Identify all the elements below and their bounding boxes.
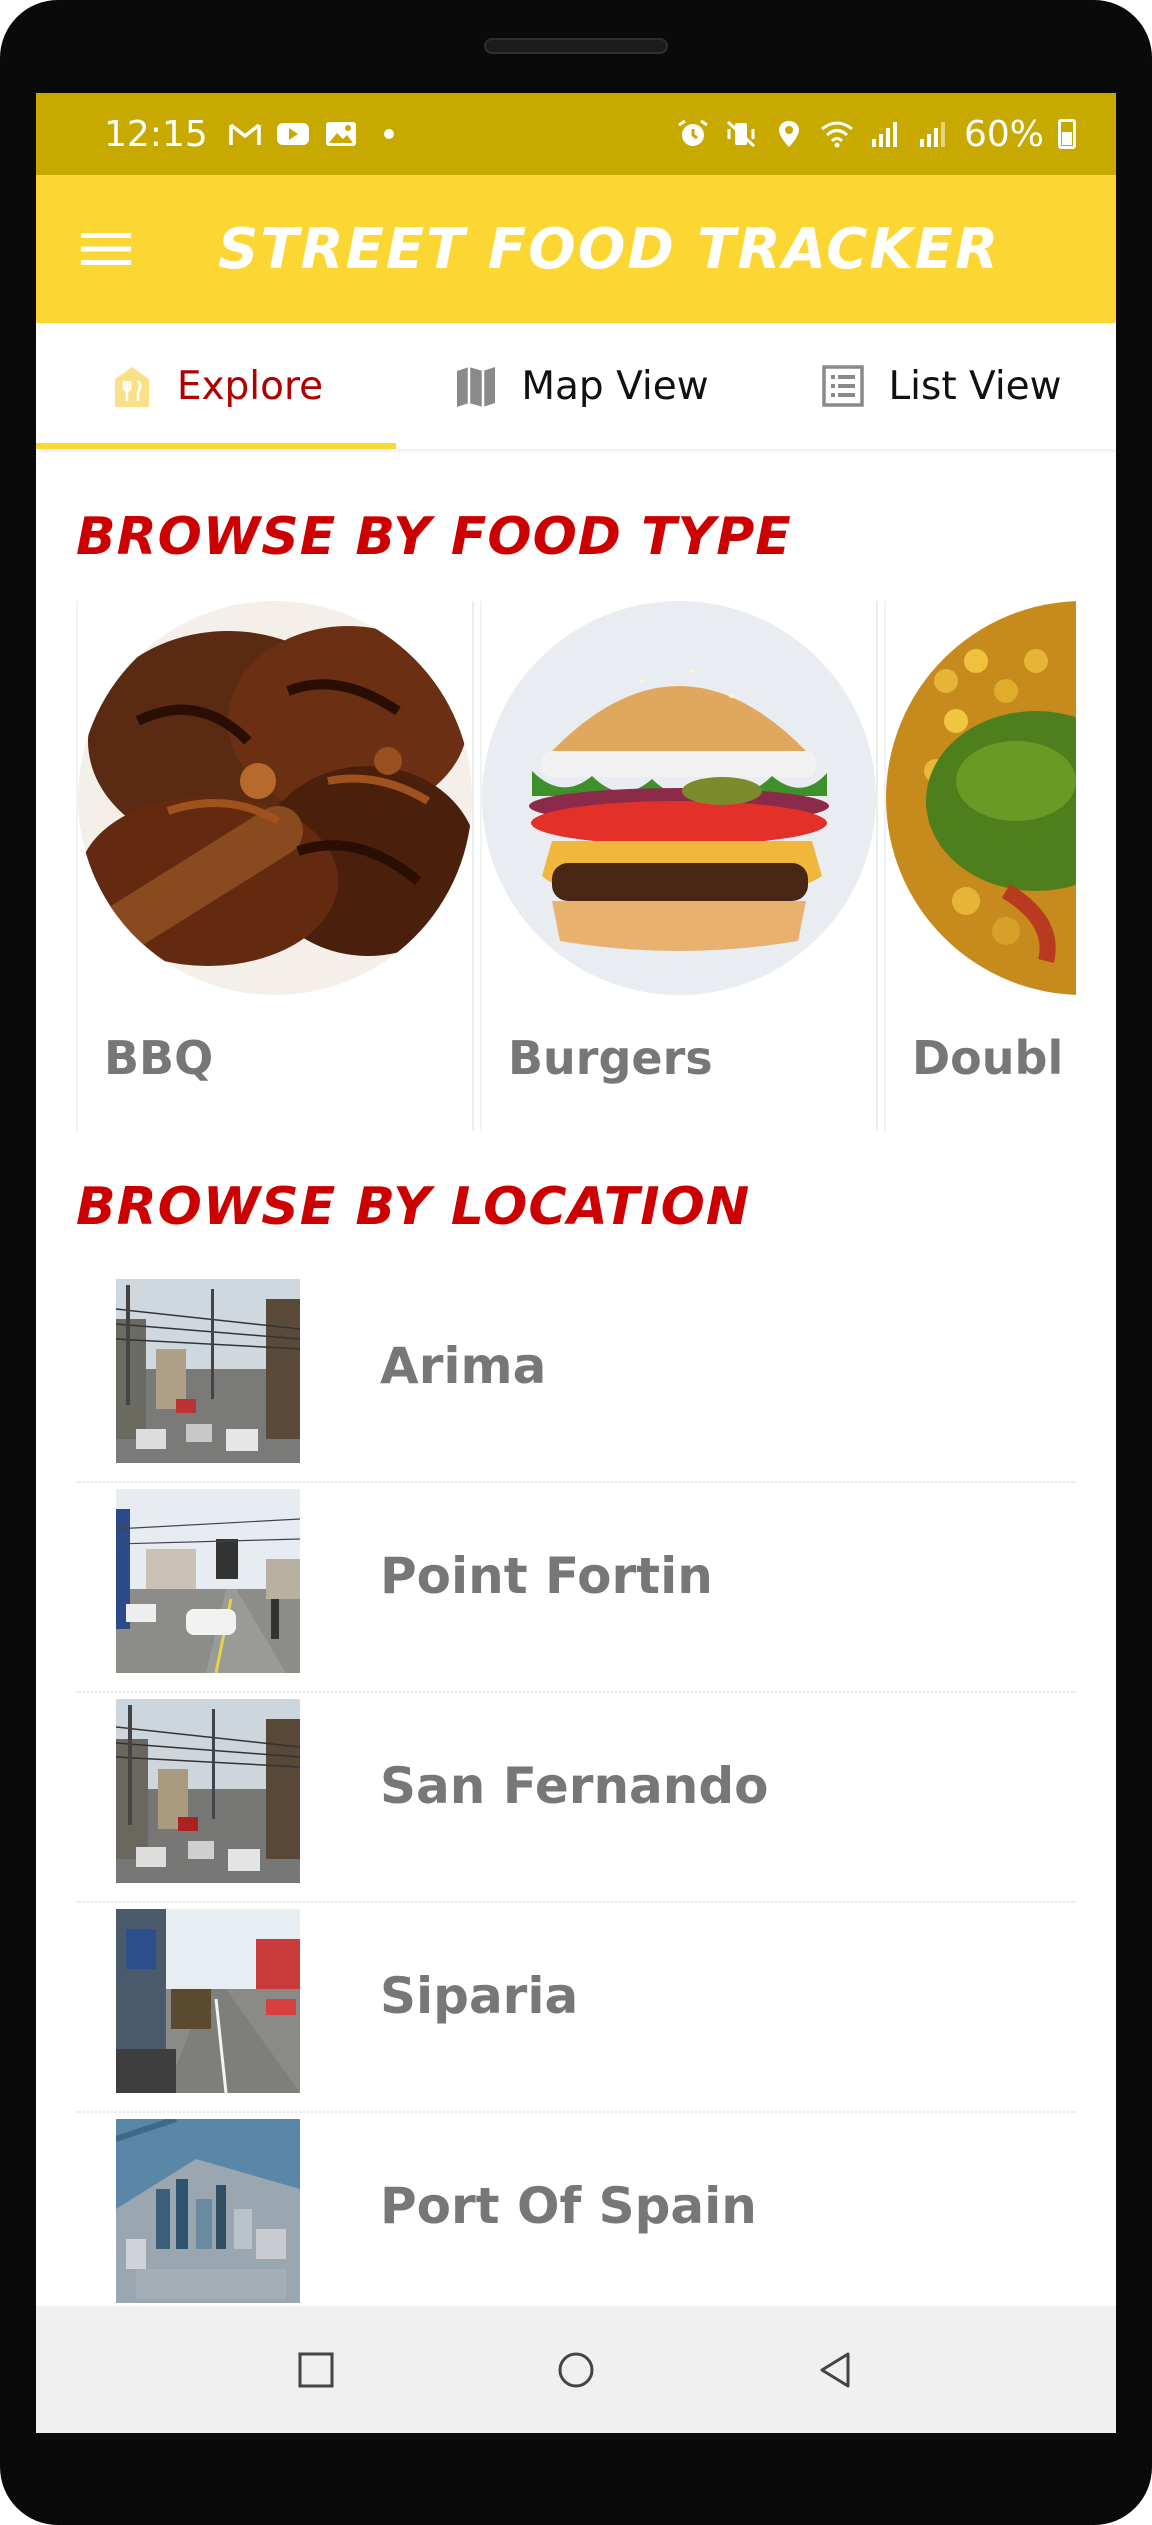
signal-icon-2 — [919, 122, 945, 147]
location-name-port-of-spain: Port Of Spain — [380, 2177, 757, 2235]
notification-icons — [228, 119, 406, 149]
battery-percent: 60% — [963, 113, 1044, 155]
map-icon — [457, 367, 496, 407]
location-item-san-fernando[interactable]: San Fernando — [76, 1693, 1076, 1903]
location-name-point-fortin: Point Fortin — [380, 1547, 713, 1605]
alarm-icon — [678, 119, 708, 146]
food-label-bbq: BBQ — [104, 1031, 214, 1085]
food-card-doubles[interactable]: Doubl — [884, 601, 1076, 1131]
app-bar: Street Food Tracker — [36, 175, 1116, 323]
status-time: 12:15 — [104, 113, 208, 155]
tab-bar: Explore Map View List View — [36, 323, 1116, 449]
location-item-point-fortin[interactable]: Point Fortin — [76, 1483, 1076, 1693]
gallery-icon — [325, 122, 356, 146]
home-button[interactable] — [531, 2325, 621, 2415]
location-icon — [778, 121, 799, 147]
location-heading: Browse by location — [76, 1177, 751, 1237]
vibrate-mute-icon — [726, 120, 756, 148]
food-card-burgers[interactable]: Burgers — [480, 601, 878, 1131]
hamburger-menu-icon — [81, 233, 131, 265]
dot-icon — [383, 129, 394, 139]
gmail-icon — [229, 123, 261, 145]
wifi-icon — [821, 121, 853, 148]
tab-map-view[interactable]: Map View — [396, 323, 766, 449]
port-of-spain-aerial-photo — [116, 2119, 300, 2303]
status-bar: 12:15 60% — [36, 93, 1116, 175]
location-item-port-of-spain[interactable]: Port Of Spain — [76, 2113, 1076, 2323]
app-screen: 12:15 60% STREET FOOD TRACKER Explore Ma… — [36, 93, 1116, 2433]
home-icon — [558, 2352, 594, 2387]
app-title: Street Food Tracker — [218, 216, 1001, 282]
tab-list-view[interactable]: List View — [766, 323, 1116, 449]
system-status-icons: 60% — [676, 114, 1076, 155]
battery-icon — [1058, 119, 1076, 149]
food-label-doubles: Doubl — [912, 1031, 1064, 1085]
grilled-chicken-image — [78, 601, 472, 995]
doubles-image — [886, 601, 1076, 995]
location-name-san-fernando: San Fernando — [380, 1757, 769, 1815]
back-button[interactable] — [791, 2325, 881, 2415]
location-item-arima[interactable]: Arima — [76, 1273, 1076, 1483]
arima-street-photo — [116, 1279, 300, 1463]
phone-frame: 12:15 60% STREET FOOD TRACKER Explore Ma… — [0, 0, 1152, 2525]
system-nav-bar — [36, 2306, 1116, 2433]
phone-speaker — [484, 38, 668, 54]
location-name-arima: Arima — [380, 1337, 547, 1395]
san-fernando-street-photo — [116, 1699, 300, 1883]
siparia-street-photo — [116, 1909, 300, 2093]
point-fortin-street-photo — [116, 1489, 300, 1673]
food-type-heading: Browse by food type — [76, 507, 792, 567]
location-name-siparia: Siparia — [380, 1967, 579, 2025]
youtube-icon — [276, 123, 309, 145]
tab-list-view-label: List View — [888, 363, 1062, 409]
recent-apps-icon — [298, 2352, 334, 2387]
food-type-carousel[interactable]: BBQ Burgers Doubl — [76, 601, 1076, 1137]
tab-explore-label: Explore — [176, 363, 324, 409]
tab-map-view-label: Map View — [521, 363, 709, 409]
location-list: Arima Point Fortin San Fernando Siparia … — [76, 1273, 1076, 2323]
food-card-bbq[interactable]: BBQ — [76, 601, 474, 1131]
cheeseburger-image — [482, 601, 876, 995]
menu-button[interactable] — [36, 175, 176, 323]
signal-icon — [871, 122, 897, 147]
recent-apps-button[interactable] — [271, 2325, 361, 2415]
food-label-burgers: Burgers — [508, 1031, 713, 1085]
restaurant-icon — [114, 367, 149, 407]
back-icon — [820, 2352, 850, 2387]
tab-explore[interactable]: Explore — [36, 323, 396, 449]
list-icon — [822, 365, 865, 407]
location-item-siparia[interactable]: Siparia — [76, 1903, 1076, 2113]
